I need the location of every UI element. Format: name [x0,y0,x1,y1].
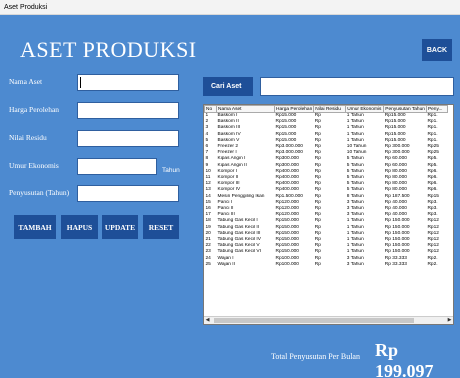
horizontal-scrollbar[interactable]: ◀ ▶ [204,316,453,324]
update-button[interactable]: UPDATE [102,215,138,239]
asset-table-grid: No Nama Aset Harga Perolehan Nilai Residu Um… [204,105,448,268]
table-cell: 1 [205,113,209,118]
table-cell: Wajan II [217,261,235,267]
scrollbar-thumb[interactable] [214,318,414,323]
table-cell: Rp [314,261,321,267]
table-cell: 1 Tahun [346,113,364,118]
column-header[interactable]: Harga Perolehan [273,105,315,113]
table-cell: Baskom I [217,113,238,118]
column-header[interactable]: Penyusutan Tahun [383,105,427,113]
table-row[interactable]: 25 Wajan II Rp100.000 Rp 3 Tahun Rp 33.333 Rp2… [205,262,448,268]
table-cell: Rp 33.333 [384,261,407,267]
table-cell: Rp2. [427,261,438,267]
hapus-button[interactable]: HAPUS [61,215,98,239]
column-header[interactable]: Nama Aset [216,105,275,113]
table-body: 1 Baskom I Rp15.000 Rp 1 Tahun Rp15.000 Rp1. 2 B… [205,113,448,269]
column-header[interactable]: No [204,105,217,113]
penyusutan-label: Penyusutan (Tahun) [9,188,70,197]
column-header[interactable]: Umur Ekonomis [345,105,385,113]
page-title: ASET PRODUKSI [20,37,197,62]
umur-ekonomis-input[interactable] [77,158,157,175]
column-header[interactable]: Nilai Residu [313,105,347,113]
table-cell: Rp15.000 [275,113,297,118]
nama-aset-input[interactable] [77,74,179,91]
unit-label: Tahun [162,167,180,174]
text-caret [80,77,81,88]
table-cell: Rp [314,113,321,118]
harga-perolehan-label: Harga Perolehan [9,105,60,114]
total-label: Total Penyusutan Per Bulan [271,352,360,361]
window-titlebar: Aset Produksi [0,0,460,15]
column-header[interactable]: Peny... [425,105,448,113]
table-cell: Rp1. [427,113,438,118]
scroll-right-icon[interactable]: ▶ [446,317,453,324]
table-cell: 3 Tahun [346,261,364,267]
nilai-residu-input[interactable] [77,130,179,147]
nilai-residu-label: Nilai Residu [9,133,47,142]
total-value: Rp 199.097 [375,340,434,378]
asset-table[interactable]: No Nama Aset Harga Perolehan Nilai Residu Um… [203,104,454,325]
table-cell: Rp100.000 [275,261,299,267]
scroll-left-icon[interactable]: ◀ [204,317,211,324]
cari-aset-button[interactable]: Cari Aset [203,77,253,96]
table-cell: Rp15.000 [384,113,406,118]
umur-ekonomis-label: Umur Ekonomis [9,161,59,170]
back-button[interactable]: BACK [422,39,452,61]
reset-button[interactable]: RESET [143,215,179,239]
nama-aset-label: Nama Aset [9,77,43,86]
harga-perolehan-input[interactable] [77,102,179,119]
table-row[interactable]: 1 Baskom I Rp15.000 Rp 1 Tahun Rp15.000 Rp1. [205,113,448,120]
table-cell: 25 [205,261,211,267]
table-header-row: No Nama Aset Harga Perolehan Nilai Residu Um… [204,105,448,113]
penyusutan-input[interactable] [77,185,179,202]
search-input[interactable] [260,77,454,96]
main-panel: ASET PRODUKSI BACK Nama Aset Harga Perol… [0,15,460,378]
tambah-button[interactable]: TAMBAH [14,215,56,239]
